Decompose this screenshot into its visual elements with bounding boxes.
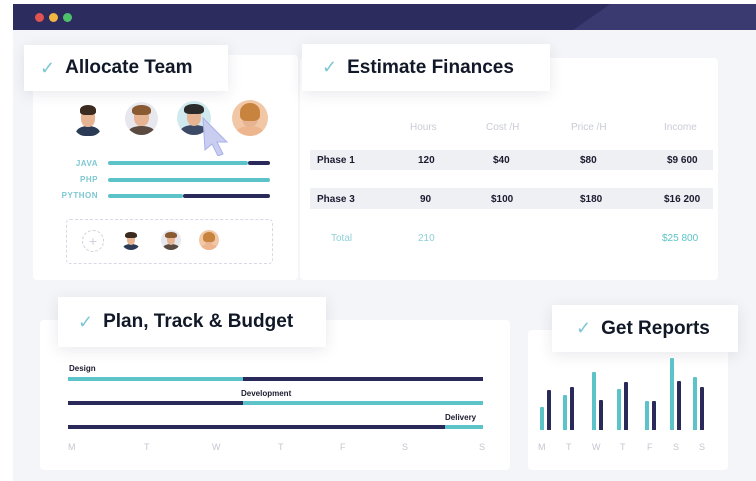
row-hours: 90 bbox=[420, 194, 432, 205]
day-label: T bbox=[566, 442, 572, 452]
check-icon: ✓ bbox=[576, 318, 592, 338]
day-label: F bbox=[340, 442, 346, 452]
avatar-member-2[interactable] bbox=[125, 102, 158, 135]
report-bar[interactable] bbox=[547, 390, 551, 430]
row-phase: Phase 1 bbox=[317, 155, 355, 166]
row-income: $9 600 bbox=[667, 155, 698, 166]
row-income: $16 200 bbox=[664, 194, 701, 205]
check-icon: ✓ bbox=[78, 311, 94, 332]
total-label: Total bbox=[331, 233, 353, 244]
report-bar[interactable] bbox=[652, 401, 656, 430]
day-label: S bbox=[479, 442, 486, 452]
report-bar[interactable] bbox=[670, 358, 674, 430]
maximize-window-icon[interactable] bbox=[63, 13, 72, 22]
finances-title: Estimate Finances bbox=[347, 56, 514, 78]
report-bar[interactable] bbox=[700, 387, 704, 430]
avatar-member-4[interactable] bbox=[232, 100, 268, 136]
task-label-development: Development bbox=[241, 389, 292, 398]
gantt-bar-development[interactable] bbox=[68, 401, 243, 405]
task-label-delivery: Delivery bbox=[445, 413, 477, 422]
reports-header: ✓ Get Reports bbox=[552, 305, 738, 352]
row-price: $180 bbox=[580, 194, 603, 205]
skill-label: JAVA bbox=[75, 159, 98, 168]
day-label: T bbox=[144, 442, 150, 452]
titlebar-decoration bbox=[553, 4, 756, 30]
table-row[interactable] bbox=[310, 150, 713, 170]
day-label: W bbox=[592, 442, 601, 452]
day-label: S bbox=[699, 442, 706, 452]
check-icon: ✓ bbox=[322, 57, 338, 77]
column-header-price: Price /H bbox=[571, 122, 607, 133]
finances-header: ✓ Estimate Finances bbox=[302, 44, 550, 91]
gantt-bar-development-progress[interactable] bbox=[243, 401, 483, 405]
report-bar[interactable] bbox=[617, 389, 621, 430]
avatar-assigned-3[interactable] bbox=[199, 230, 219, 250]
row-cost: $100 bbox=[491, 194, 514, 205]
report-bar[interactable] bbox=[563, 395, 567, 430]
day-label: T bbox=[620, 442, 626, 452]
report-bar[interactable] bbox=[693, 377, 697, 430]
column-header-cost: Cost /H bbox=[486, 122, 520, 133]
day-label: T bbox=[278, 442, 284, 452]
total-hours: 210 bbox=[418, 233, 435, 244]
day-label: M bbox=[68, 442, 76, 452]
total-income: $25 800 bbox=[662, 233, 699, 244]
skill-bar bbox=[108, 178, 270, 182]
gantt-bar-delivery-progress[interactable] bbox=[445, 425, 483, 429]
day-label: W bbox=[212, 442, 221, 452]
plan-title: Plan, Track & Budget bbox=[103, 311, 294, 332]
column-header-income: Income bbox=[664, 122, 697, 133]
task-label-design: Design bbox=[69, 364, 96, 373]
minimize-window-icon[interactable] bbox=[49, 13, 58, 22]
report-bar[interactable] bbox=[570, 387, 574, 430]
reports-bar-chart bbox=[535, 350, 715, 430]
gantt-bar-delivery[interactable] bbox=[68, 425, 445, 429]
report-bar[interactable] bbox=[677, 381, 681, 430]
skill-bar bbox=[108, 161, 248, 165]
reports-title: Get Reports bbox=[601, 317, 710, 339]
row-phase: Phase 3 bbox=[317, 194, 355, 205]
row-price: $80 bbox=[580, 155, 597, 166]
avatar-assigned-1[interactable] bbox=[121, 230, 141, 250]
gantt-bar-design-remaining[interactable] bbox=[243, 377, 483, 381]
report-bar[interactable] bbox=[592, 372, 596, 430]
close-window-icon[interactable] bbox=[35, 13, 44, 22]
allocate-team-header: ✓ Allocate Team bbox=[24, 45, 228, 91]
row-cost: $40 bbox=[493, 155, 510, 166]
skill-bar-remaining bbox=[248, 161, 270, 165]
skill-label: PYTHON bbox=[61, 191, 98, 200]
skill-bar bbox=[108, 194, 183, 198]
avatar-assigned-2[interactable] bbox=[161, 230, 181, 250]
cursor-icon bbox=[202, 116, 229, 156]
row-hours: 120 bbox=[418, 155, 435, 166]
day-label: M bbox=[538, 442, 546, 452]
window-titlebar bbox=[13, 4, 756, 30]
report-bar[interactable] bbox=[540, 407, 544, 430]
add-icon[interactable]: + bbox=[82, 230, 104, 252]
gantt-bar-design-done[interactable] bbox=[68, 377, 243, 381]
avatar-member-1[interactable] bbox=[73, 102, 103, 136]
report-bar[interactable] bbox=[599, 400, 603, 430]
report-bar[interactable] bbox=[624, 382, 628, 430]
day-label: F bbox=[647, 442, 653, 452]
check-icon: ✓ bbox=[40, 57, 56, 78]
skill-label: PHP bbox=[80, 175, 98, 184]
allocate-team-title: Allocate Team bbox=[65, 57, 193, 78]
plan-header: ✓ Plan, Track & Budget bbox=[58, 297, 326, 347]
day-label: S bbox=[673, 442, 680, 452]
report-bar[interactable] bbox=[645, 401, 649, 430]
column-header-hours: Hours bbox=[410, 122, 437, 133]
skill-bar-remaining bbox=[183, 194, 270, 198]
day-label: S bbox=[402, 442, 409, 452]
